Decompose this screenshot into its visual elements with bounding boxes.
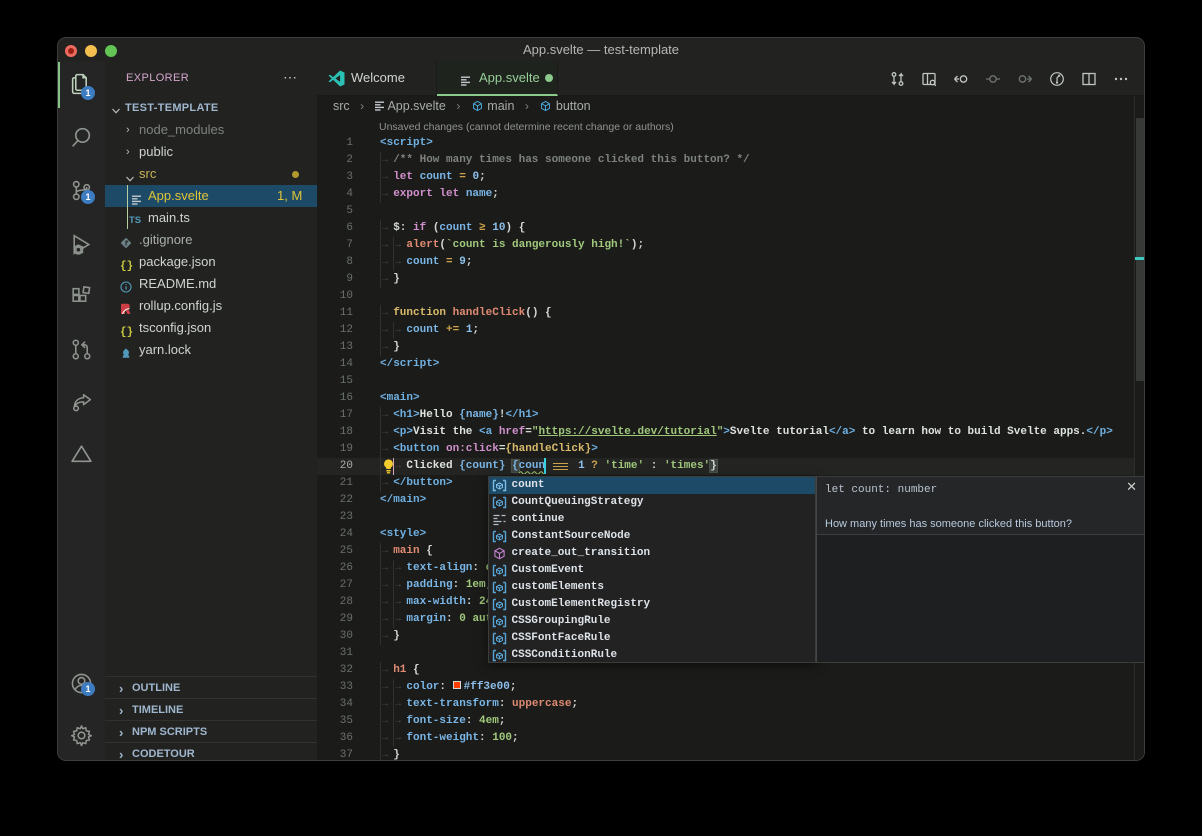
- svg-text:{}: {}: [120, 261, 133, 272]
- svg-text:{}: {}: [120, 327, 133, 338]
